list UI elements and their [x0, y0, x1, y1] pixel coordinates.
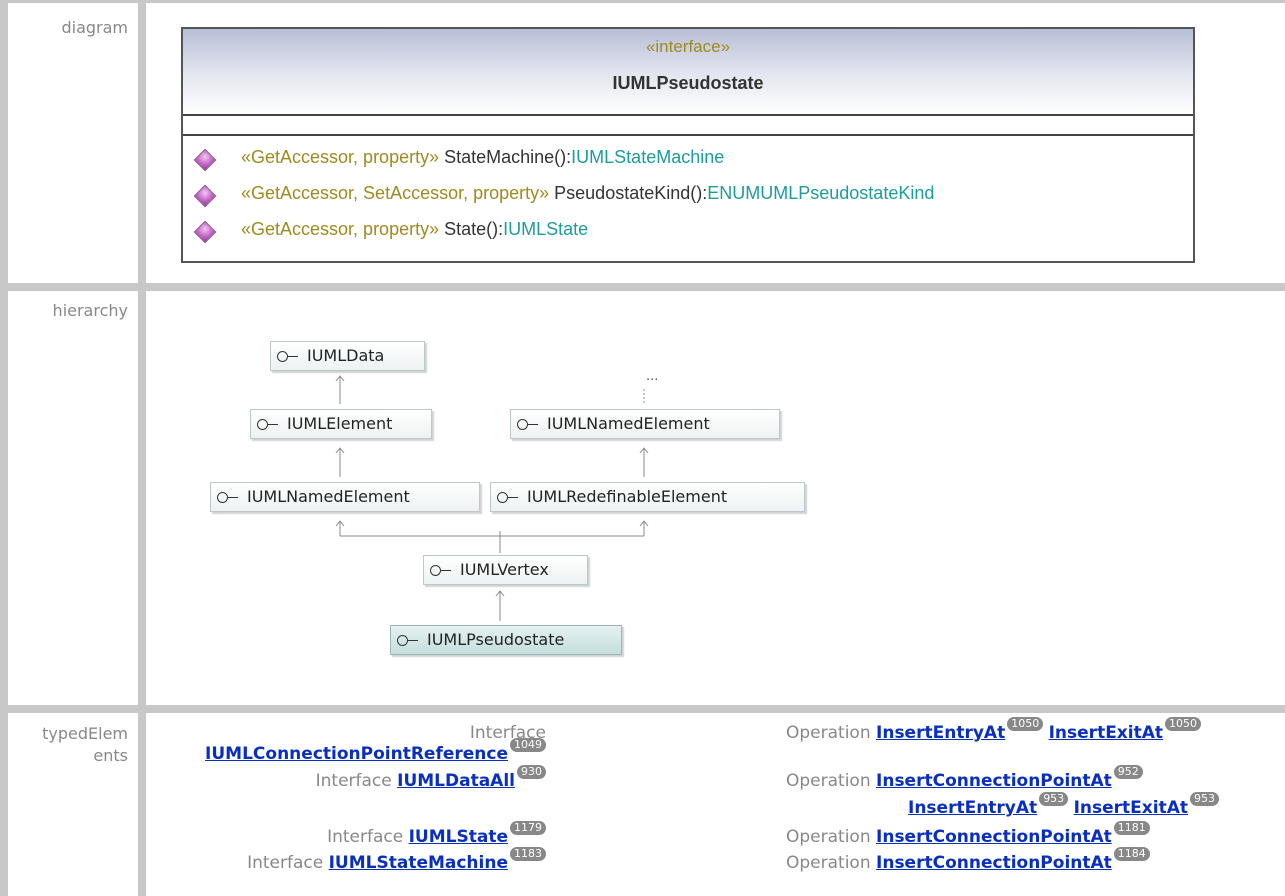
node-label: IUMLVertex [460, 560, 549, 579]
operation-name: State(): [439, 219, 504, 239]
interface-lollipop-icon [217, 492, 238, 503]
interface-name: IUMLPseudostate [612, 73, 764, 93]
interface-lollipop-icon [497, 492, 518, 503]
typed-element-link[interactable]: InsertConnectionPointAt [876, 853, 1112, 873]
hierarchy-row: hierarchy ... IUMLData IUMLElement IUMLN… [8, 291, 1285, 705]
interface-stereotype: «interface» [645, 37, 731, 56]
hierarchy-row-label: hierarchy [52, 301, 128, 320]
node-label: IUMLPseudostate [427, 630, 565, 649]
typed-element-right: Operation InsertEntryAt 1050 InsertExitAt… [786, 717, 1202, 743]
typed-element-left: IUMLConnectionPointReference 1049 [205, 738, 546, 764]
node-label: IUMLRedefinableElement [527, 487, 728, 506]
operation-diamond-icon [193, 184, 217, 208]
interface-lollipop-icon [277, 351, 298, 362]
node-label: IUMLNamedElement [247, 487, 410, 506]
typed-element-link[interactable]: IUMLState [409, 827, 508, 847]
interface-lollipop-icon [430, 565, 451, 576]
hierarchy-node-iumlvertex[interactable]: IUMLVertex [423, 555, 588, 585]
hierarchy-ellipsis: ... [646, 369, 659, 384]
node-label: IUMLData [307, 346, 385, 365]
row-divider [8, 283, 1285, 291]
typed-element-right: Operation InsertConnectionPointAt 952 [786, 765, 1143, 791]
element-kind: Interface [327, 827, 409, 847]
typed-element-link[interactable]: IUMLDataAll [397, 771, 515, 791]
count-badge: 1184 [1113, 847, 1150, 861]
column-divider [138, 291, 146, 705]
attributes-divider [183, 134, 1193, 136]
count-badge: 1183 [510, 847, 546, 861]
typed-element-link[interactable]: InsertExitAt [1074, 798, 1188, 818]
column-divider [138, 713, 146, 896]
hierarchy-node-iumlnamedelement[interactable]: IUMLNamedElement [210, 482, 480, 512]
count-badge: 1049 [510, 738, 546, 752]
hierarchy-node-iumldata[interactable]: IUMLData [270, 341, 425, 371]
typed-elements-content: Interface IUMLConnectionPointReference 10… [146, 713, 1285, 896]
operation-stereotype: «GetAccessor, property» [241, 147, 440, 167]
operation-name: StateMachine(): [439, 147, 572, 167]
typed-elements-label-line2: ents [93, 746, 128, 765]
diagram-row-label: diagram [61, 18, 128, 37]
element-kind: Interface [315, 771, 398, 791]
diagram-content: «interface» IUMLPseudostate «GetAccessor… [146, 3, 1285, 283]
interface-lollipop-icon [257, 419, 278, 430]
typed-element-right: InsertEntryAt 953 InsertExitAt 953 [908, 792, 1219, 818]
typed-element-left: Interface IUMLStateMachine 1183 [247, 847, 546, 873]
typed-element-link[interactable]: IUMLStateMachine [329, 853, 508, 873]
typed-element-link[interactable]: IUMLConnectionPointReference [205, 744, 508, 764]
operation-diamond-icon [193, 148, 217, 172]
column-divider [138, 3, 146, 283]
typed-element-link[interactable]: InsertExitAt [1049, 723, 1163, 743]
interface-lollipop-icon [397, 635, 418, 646]
operation-type: IUMLStateMachine [571, 147, 725, 167]
hierarchy-node-iumlpseudostate[interactable]: IUMLPseudostate [390, 625, 622, 655]
hierarchy-node-iumlelement[interactable]: IUMLElement [250, 409, 432, 439]
count-badge: 1050 [1007, 717, 1044, 731]
typed-element-left: Interface IUMLState 1179 [327, 821, 546, 847]
count-badge: 953 [1190, 792, 1219, 806]
count-badge: 1050 [1165, 717, 1202, 731]
count-badge: 953 [1039, 792, 1069, 806]
operation-type: IUMLState [503, 219, 589, 239]
diagram-row: diagram «interface» IUMLPseudostate «Get… [8, 3, 1285, 283]
element-kind: Interface [247, 853, 329, 873]
count-badge: 952 [1113, 765, 1143, 779]
operation-stereotype: «GetAccessor, property» [241, 219, 440, 239]
interface-box[interactable]: «interface» IUMLPseudostate «GetAccessor… [181, 27, 1195, 263]
count-badge: 930 [517, 765, 546, 779]
row-divider [8, 705, 1285, 713]
typed-element-link[interactable]: InsertConnectionPointAt [876, 771, 1112, 791]
count-badge: 1181 [1113, 821, 1150, 835]
typed-element-link[interactable]: InsertEntryAt [876, 723, 1005, 743]
count-badge: 1179 [510, 821, 546, 835]
typed-elements-row-label: typedElem ents [8, 713, 138, 896]
typed-element-left: Interface IUMLDataAll 930 [315, 765, 546, 791]
typed-element-link[interactable]: InsertConnectionPointAt [876, 827, 1112, 847]
node-label: IUMLElement [287, 414, 393, 433]
operation-diamond-icon [193, 220, 217, 244]
typed-elements-row: typedElem ents Interface IUMLConnectionP… [8, 713, 1285, 896]
page: diagram «interface» IUMLPseudostate «Get… [0, 0, 1285, 896]
element-kind: Operation [786, 853, 877, 873]
operation-stereotype: «GetAccessor, SetAccessor, property» [241, 183, 550, 203]
element-kind: Operation [786, 723, 877, 743]
node-label: IUMLNamedElement [547, 414, 710, 433]
typed-element-right: Operation InsertConnectionPointAt 1181 [786, 821, 1150, 847]
typed-element-right: Operation InsertConnectionPointAt 1184 [786, 847, 1150, 873]
hierarchy-content: ... IUMLData IUMLElement IUMLNamedElemen… [146, 291, 1285, 705]
hierarchy-node-iumlnamedelement-parent[interactable]: IUMLNamedElement [510, 409, 780, 439]
operation-name: PseudostateKind(): [549, 183, 708, 203]
interface-header: «interface» IUMLPseudostate [183, 29, 1193, 116]
element-kind: Operation [786, 827, 877, 847]
hierarchy-node-iumlredefinableelement[interactable]: IUMLRedefinableElement [490, 482, 805, 512]
typed-element-link[interactable]: InsertEntryAt [908, 798, 1037, 818]
element-kind: Operation [786, 771, 877, 791]
operation-type: ENUMUMLPseudostateKind [707, 183, 935, 203]
interface-lollipop-icon [517, 419, 538, 430]
typed-elements-label-line1: typedElem [42, 724, 128, 743]
